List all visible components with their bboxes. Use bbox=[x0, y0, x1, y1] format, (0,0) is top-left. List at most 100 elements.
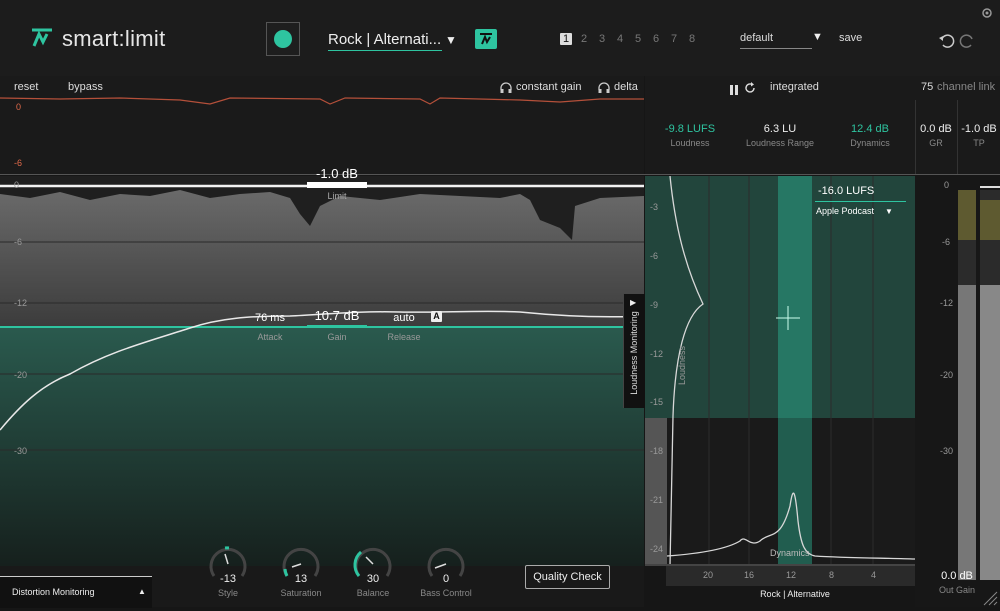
profile-selector[interactable]: default bbox=[740, 32, 773, 44]
attack-label: Attack bbox=[257, 332, 283, 342]
preset-browser-icon bbox=[480, 33, 492, 45]
dynamics-axis-label: Dynamics bbox=[770, 548, 810, 558]
delta-toggle[interactable]: delta bbox=[614, 81, 638, 93]
resize-handle-icon[interactable] bbox=[982, 590, 998, 611]
balance-label: Balance bbox=[356, 588, 390, 598]
limiter-waveform bbox=[0, 184, 644, 566]
gain-handle[interactable] bbox=[307, 325, 367, 328]
loudness-range-value: 6.3 LU bbox=[763, 123, 797, 135]
preset-selector[interactable]: Rock | Alternati... bbox=[328, 31, 441, 48]
reset-measurement-icon[interactable] bbox=[744, 81, 756, 99]
distortion-monitoring-label: Distortion Monitoring bbox=[12, 587, 95, 597]
x-axis-16: 16 bbox=[744, 570, 755, 580]
x-axis-8: 8 bbox=[829, 570, 835, 580]
redo-icon[interactable] bbox=[958, 33, 976, 54]
distortion-monitoring-tab[interactable]: Distortion Monitoring ▲ bbox=[0, 576, 152, 608]
monitor-axis-6: -21 bbox=[650, 495, 664, 505]
target-dropdown-icon[interactable]: ▼ bbox=[885, 207, 893, 216]
slot-6[interactable]: 6 bbox=[650, 33, 662, 45]
genre-selector[interactable]: Rock | Alternative bbox=[645, 589, 945, 599]
x-axis-4: 4 bbox=[871, 570, 877, 580]
monitor-axis-1: -6 bbox=[650, 251, 659, 261]
meter-axis-0: 0 bbox=[944, 180, 950, 190]
meter-axis-minus20: -20 bbox=[940, 370, 954, 380]
monitor-axis-5: -18 bbox=[650, 446, 664, 456]
meter-left-level bbox=[958, 285, 976, 580]
release-auto-badge[interactable]: A bbox=[431, 311, 442, 322]
bass-control-value: 0 bbox=[442, 573, 450, 585]
slot-1[interactable]: 1 bbox=[560, 33, 572, 45]
measurement-mode[interactable]: integrated bbox=[770, 81, 819, 93]
out-gain-label: Out Gain bbox=[938, 585, 976, 595]
profile-dropdown-icon[interactable]: ▼ bbox=[812, 31, 823, 43]
history-axis-0: 0 bbox=[16, 102, 22, 112]
history-axis-minus6: -6 bbox=[14, 158, 23, 168]
limiter-display bbox=[0, 176, 644, 566]
meter-axis-minus30: -30 bbox=[940, 446, 954, 456]
slot-8[interactable]: 8 bbox=[686, 33, 698, 45]
saturation-label: Saturation bbox=[280, 588, 322, 598]
bypass-button[interactable]: bypass bbox=[68, 81, 103, 93]
gain-label: Gain bbox=[327, 332, 347, 342]
style-label: Style bbox=[217, 588, 238, 598]
out-gain-value[interactable]: 0.0 dB bbox=[932, 570, 982, 582]
delta-headphones-icon bbox=[598, 81, 610, 99]
main-axis-0: 0 bbox=[14, 180, 20, 190]
limit-value[interactable]: -1.0 dB bbox=[307, 166, 367, 181]
channel-link-value[interactable]: 75 bbox=[921, 81, 933, 93]
balance-value: 30 bbox=[366, 573, 380, 585]
loudness-monitoring-tab[interactable]: ▶ Loudness Monitoring bbox=[623, 294, 645, 408]
gain-value[interactable]: 10.7 dB bbox=[304, 308, 370, 323]
loudness-monitoring-label: Loudness Monitoring bbox=[629, 311, 639, 395]
slot-2[interactable]: 2 bbox=[578, 33, 590, 45]
quality-check-button[interactable]: Quality Check bbox=[525, 565, 610, 589]
save-button[interactable]: save bbox=[839, 32, 862, 44]
loudness-value: -9.8 LUFS bbox=[664, 123, 716, 135]
stats-divider bbox=[915, 100, 916, 174]
meter-left-peak bbox=[958, 190, 976, 240]
dynamics-label: Dynamics bbox=[850, 138, 890, 148]
power-button[interactable] bbox=[266, 22, 300, 56]
undo-icon[interactable] bbox=[938, 33, 956, 54]
tp-label: TP bbox=[973, 138, 985, 148]
constant-gain-toggle[interactable]: constant gain bbox=[516, 81, 581, 93]
gr-value: 0.0 dB bbox=[920, 123, 952, 135]
limit-handle[interactable] bbox=[307, 182, 367, 188]
monitor-axis-4: -15 bbox=[650, 397, 664, 407]
stats-divider-2 bbox=[957, 100, 958, 174]
style-value: -13 bbox=[220, 573, 236, 585]
meter-axis-minus12: -12 bbox=[940, 298, 954, 308]
preset-underline bbox=[328, 50, 442, 51]
slot-4[interactable]: 4 bbox=[614, 33, 626, 45]
saturation-value: 13 bbox=[294, 573, 308, 585]
release-value[interactable]: auto bbox=[374, 312, 434, 324]
settings-gear-icon[interactable] bbox=[980, 6, 994, 25]
target-profile-selector[interactable]: Apple Podcast bbox=[816, 206, 874, 216]
section-divider bbox=[0, 174, 1000, 175]
pause-icon[interactable] bbox=[729, 82, 739, 100]
slot-7[interactable]: 7 bbox=[668, 33, 680, 45]
meter-right-peak bbox=[980, 200, 1000, 240]
app-title: smart:limit bbox=[62, 26, 166, 51]
loudness-range-label: Loudness Range bbox=[745, 138, 815, 148]
slot-3[interactable]: 3 bbox=[596, 33, 608, 45]
target-underline bbox=[815, 201, 906, 202]
loudness-label: Loudness bbox=[670, 138, 710, 148]
bass-control-label: Bass Control bbox=[420, 588, 472, 598]
profile-underline bbox=[740, 48, 812, 49]
attack-value[interactable]: 76 ms bbox=[240, 312, 300, 324]
power-indicator-icon bbox=[274, 30, 292, 48]
target-loudness-value[interactable]: -16.0 LUFS bbox=[818, 185, 874, 197]
loudness-axis-label: Loudness bbox=[677, 345, 687, 385]
monitor-axis-0: -3 bbox=[650, 202, 659, 212]
monitor-axis-7: -24 bbox=[650, 544, 664, 554]
x-axis-20: 20 bbox=[703, 570, 714, 580]
slot-5[interactable]: 5 bbox=[632, 33, 644, 45]
monitor-axis-3: -12 bbox=[650, 349, 664, 359]
history-curve bbox=[0, 97, 644, 105]
reset-button[interactable]: reset bbox=[14, 81, 38, 93]
limit-label: Limit bbox=[327, 191, 347, 201]
preset-dropdown-icon[interactable]: ▼ bbox=[445, 33, 457, 47]
main-axis-minus20: -20 bbox=[14, 370, 28, 380]
preset-browser-button[interactable] bbox=[475, 29, 497, 49]
